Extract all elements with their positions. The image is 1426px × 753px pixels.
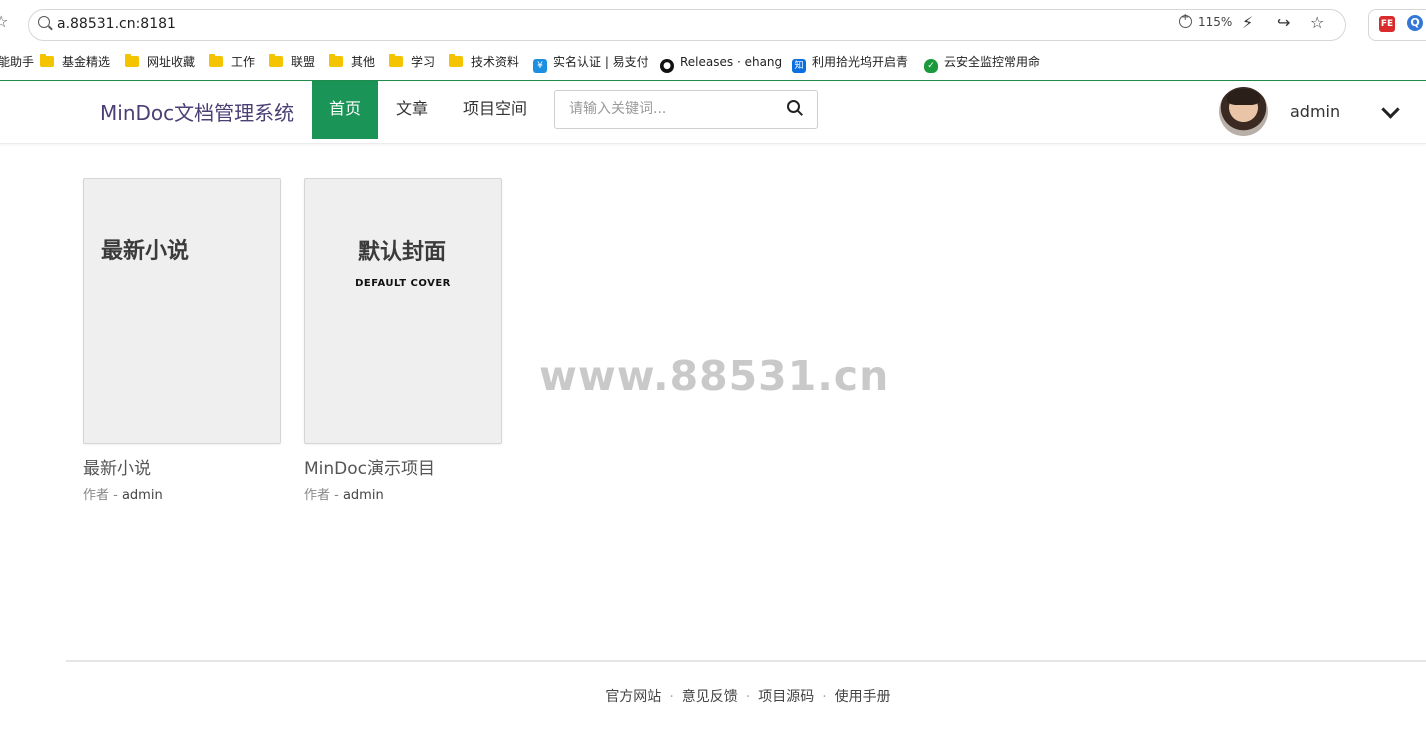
search-icon	[38, 16, 50, 28]
bookmark-folder[interactable]: 网址收藏	[125, 52, 195, 72]
project-card[interactable]: 默认封面 DEFAULT COVER MinDoc演示项目 作者 - admin	[304, 178, 502, 503]
footer-link-official[interactable]: 官方网站	[605, 689, 661, 705]
project-author: 作者 - admin	[83, 488, 163, 503]
extensions-area: FE Q	[1368, 9, 1426, 41]
footer-separator: ·	[822, 689, 827, 705]
project-cover[interactable]: 默认封面 DEFAULT COVER	[304, 178, 502, 444]
nav-project-space[interactable]: 项目空间	[463, 81, 527, 139]
bookmark-item[interactable]: ¥ 实名认证 | 易支付	[533, 52, 649, 73]
bookmark-item[interactable]: 知利用拾光坞开启青	[792, 52, 908, 73]
project-card[interactable]: 最新小说 最新小说 作者 - admin	[83, 178, 281, 503]
folder-icon	[40, 54, 54, 67]
bookmark-folder[interactable]: 联盟	[269, 52, 315, 72]
user-name[interactable]: admin	[1290, 102, 1340, 121]
bookmark-folder[interactable]: 其他	[329, 52, 375, 72]
zoom-icon	[1179, 12, 1192, 28]
folder-icon	[209, 54, 223, 67]
github-icon: ●	[660, 59, 674, 73]
fe-extension-icon[interactable]: FE	[1379, 16, 1395, 32]
folder-icon	[269, 54, 283, 67]
cover-title: 最新小说	[101, 239, 190, 264]
browser-chrome: ☆ a.88531.cn:8181 115% ⚡ ↪ ☆ FE Q 能助手 基金…	[0, 0, 1426, 81]
chevron-down-icon[interactable]	[1381, 100, 1400, 119]
share-icon[interactable]: ↪	[1277, 13, 1290, 32]
project-cover[interactable]: 最新小说	[83, 178, 281, 444]
bookmark-item[interactable]: ✓ 云安全监控常用命	[924, 52, 1040, 73]
shield-icon: ¥	[533, 59, 547, 73]
favorite-star-icon[interactable]: ☆	[1310, 13, 1324, 32]
address-bar[interactable]: a.88531.cn:8181 115% ⚡ ↪ ☆	[28, 9, 1346, 41]
footer-divider	[66, 660, 1426, 662]
search-extension-icon[interactable]: Q	[1407, 15, 1423, 31]
shield-green-icon: ✓	[924, 59, 938, 73]
bookmark-folder[interactable]: 学习	[389, 52, 435, 72]
folder-icon	[329, 54, 343, 67]
search-box	[554, 90, 818, 129]
url-text[interactable]: a.88531.cn:8181	[57, 16, 176, 32]
search-input[interactable]	[555, 91, 784, 126]
bookmark-item[interactable]: ● Releases · ehang	[660, 52, 782, 73]
search-icon[interactable]	[787, 100, 803, 117]
project-name[interactable]: 最新小说	[83, 454, 281, 479]
nav-home[interactable]: 首页	[312, 81, 379, 139]
folder-icon	[125, 54, 139, 67]
bookmark-star-icon[interactable]: ☆	[0, 12, 8, 31]
footer: 官方网站 · 意见反馈 · 项目源码 · 使用手册	[0, 686, 1426, 706]
project-name[interactable]: MinDoc演示项目	[304, 454, 502, 479]
footer-link-manual[interactable]: 使用手册	[835, 689, 891, 705]
nav-articles[interactable]: 文章	[396, 81, 428, 139]
footer-link-source[interactable]: 项目源码	[758, 689, 814, 705]
project-author: 作者 - admin	[304, 488, 384, 503]
zoom-indicator[interactable]: 115%	[1179, 12, 1233, 29]
brand-logo-text[interactable]: MinDoc文档管理系统	[100, 97, 294, 126]
bookmark-folder[interactable]: 技术资料	[449, 52, 519, 72]
lightning-icon[interactable]: ⚡	[1242, 13, 1253, 32]
site-header: MinDoc文档管理系统 首页 文章 项目空间 admin	[0, 81, 1426, 144]
folder-icon	[389, 54, 403, 67]
bookmark-folder[interactable]: 工作	[209, 52, 255, 72]
bookmark-item[interactable]: 能助手	[0, 52, 34, 72]
folder-icon	[449, 54, 463, 67]
bookmark-folder[interactable]: 基金精选	[40, 52, 110, 72]
zhihu-icon: 知	[792, 59, 806, 73]
footer-separator: ·	[745, 689, 751, 705]
cover-title: 默认封面	[358, 240, 447, 265]
footer-separator: ·	[669, 689, 674, 705]
watermark: www.88531.cn	[539, 352, 890, 400]
cover-subtitle: DEFAULT COVER	[355, 278, 451, 289]
avatar[interactable]	[1219, 87, 1268, 136]
zoom-level: 115%	[1198, 15, 1233, 29]
footer-link-feedback[interactable]: 意见反馈	[682, 689, 738, 705]
